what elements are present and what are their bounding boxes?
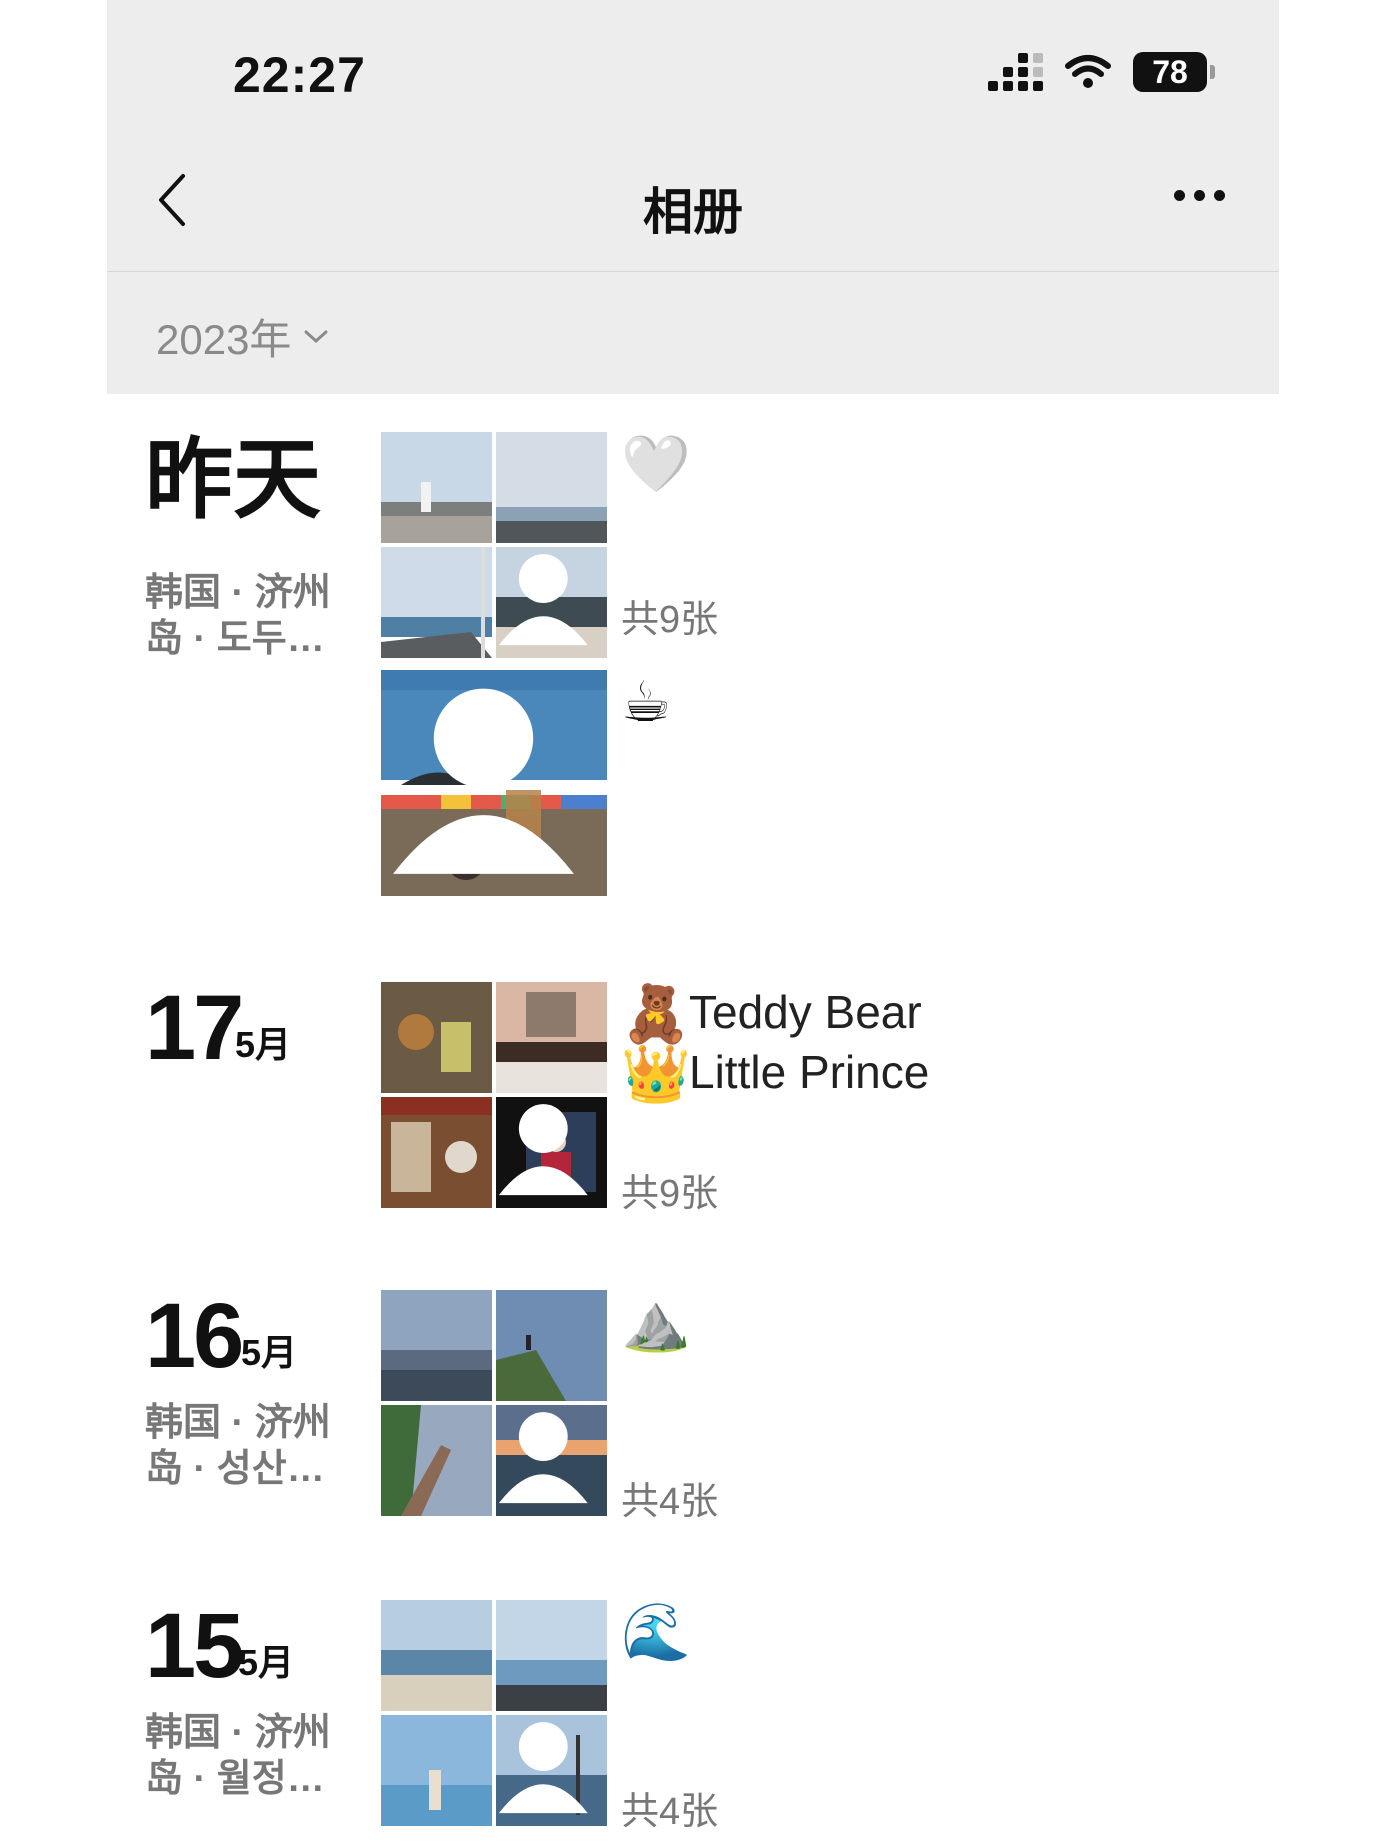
user-tag-icon (498, 1722, 588, 1814)
wifi-icon (1065, 55, 1111, 88)
user-tag-icon (393, 688, 574, 874)
photo-grid[interactable] (381, 670, 607, 896)
post-emoji: 🧸 (621, 982, 691, 1045)
post-emoji: ⛰️ (621, 1290, 691, 1353)
photo-thumbnail[interactable] (496, 1097, 607, 1208)
post-caption: Little Prince (689, 1046, 930, 1098)
photo-thumbnail[interactable] (381, 1290, 492, 1401)
photo-thumbnail[interactable] (496, 982, 607, 1093)
photo-thumbnail[interactable] (381, 1097, 492, 1208)
page-title: 相册 (643, 184, 743, 240)
location-line: 岛 · 성산… (145, 1448, 325, 1490)
photo-thumbnail[interactable] (381, 432, 492, 543)
photo-thumbnail[interactable] (381, 1405, 492, 1516)
photo-grid[interactable] (381, 432, 607, 658)
year-selector[interactable]: 2023年 (156, 306, 329, 367)
photo-count: 共4张 (621, 1791, 719, 1833)
more-dot (1194, 190, 1205, 201)
location-label: 韩国 · 济州 岛 · 월정… (145, 1710, 355, 1802)
photo-thumbnail[interactable] (381, 670, 607, 896)
user-tag-icon (498, 1412, 588, 1504)
photo-grid[interactable] (381, 1600, 607, 1826)
signal-icon (988, 53, 1043, 91)
post-emoji: 👑 (621, 1042, 691, 1105)
photo-thumbnail[interactable] (496, 1600, 607, 1711)
date-month: 5月 (238, 1642, 295, 1683)
status-time: 22:27 (233, 47, 366, 103)
more-dot (1214, 190, 1225, 201)
location-line: 韩国 · 济州 (145, 572, 331, 614)
photo-thumbnail[interactable] (496, 1715, 607, 1826)
status-icons: 78 (988, 52, 1215, 92)
post-caption: Teddy Bear (689, 986, 922, 1038)
more-dot (1174, 190, 1185, 201)
more-button[interactable] (1174, 190, 1225, 201)
header-divider (107, 271, 1279, 272)
chevron-down-icon (304, 330, 328, 343)
photo-thumbnail[interactable] (496, 432, 607, 543)
user-tag-icon (498, 554, 588, 646)
year-label: 2023年 (156, 316, 292, 363)
location-line: 岛 · 도두… (145, 618, 325, 660)
location-line: 韩国 · 济州 (145, 1712, 331, 1754)
photo-thumbnail[interactable] (496, 1290, 607, 1401)
photo-thumbnail[interactable] (381, 1715, 492, 1826)
album-screen: 22:27 78 相册 2023年 昨天 韩国 · 济州 岛 · 도두… 🤍 共… (107, 0, 1279, 1847)
photo-grid[interactable] (381, 1290, 607, 1516)
photo-grid[interactable] (381, 982, 607, 1208)
photo-thumbnail[interactable] (381, 547, 492, 658)
date-month: 5月 (241, 1332, 298, 1373)
user-tag-icon (498, 1104, 588, 1196)
date-day: 17 (145, 977, 244, 1079)
date-label: 昨天 (145, 430, 322, 529)
date-month: 5月 (235, 1024, 292, 1065)
date-day: 15 (145, 1595, 244, 1697)
post-emoji: 🌊 (621, 1600, 691, 1663)
location-line: 岛 · 월정… (145, 1758, 325, 1800)
header: 22:27 78 相册 2023年 (107, 0, 1279, 394)
photo-count: 共9张 (621, 599, 719, 641)
photo-thumbnail[interactable] (496, 1405, 607, 1516)
battery-icon: 78 (1133, 52, 1215, 92)
photo-thumbnail[interactable] (381, 982, 492, 1093)
date-day: 16 (145, 1285, 244, 1387)
post-emoji: 🤍 (621, 432, 691, 495)
location-label: 韩国 · 济州 岛 · 성산… (145, 1400, 355, 1492)
location-line: 韩国 · 济州 (145, 1402, 331, 1444)
photo-thumbnail[interactable] (381, 1600, 492, 1711)
post-emoji: ☕ (621, 670, 672, 733)
location-label: 韩国 · 济州 岛 · 도두… (145, 570, 355, 662)
photo-count: 共9张 (621, 1173, 719, 1215)
photo-thumbnail[interactable] (496, 547, 607, 658)
photo-count: 共4张 (621, 1481, 719, 1523)
